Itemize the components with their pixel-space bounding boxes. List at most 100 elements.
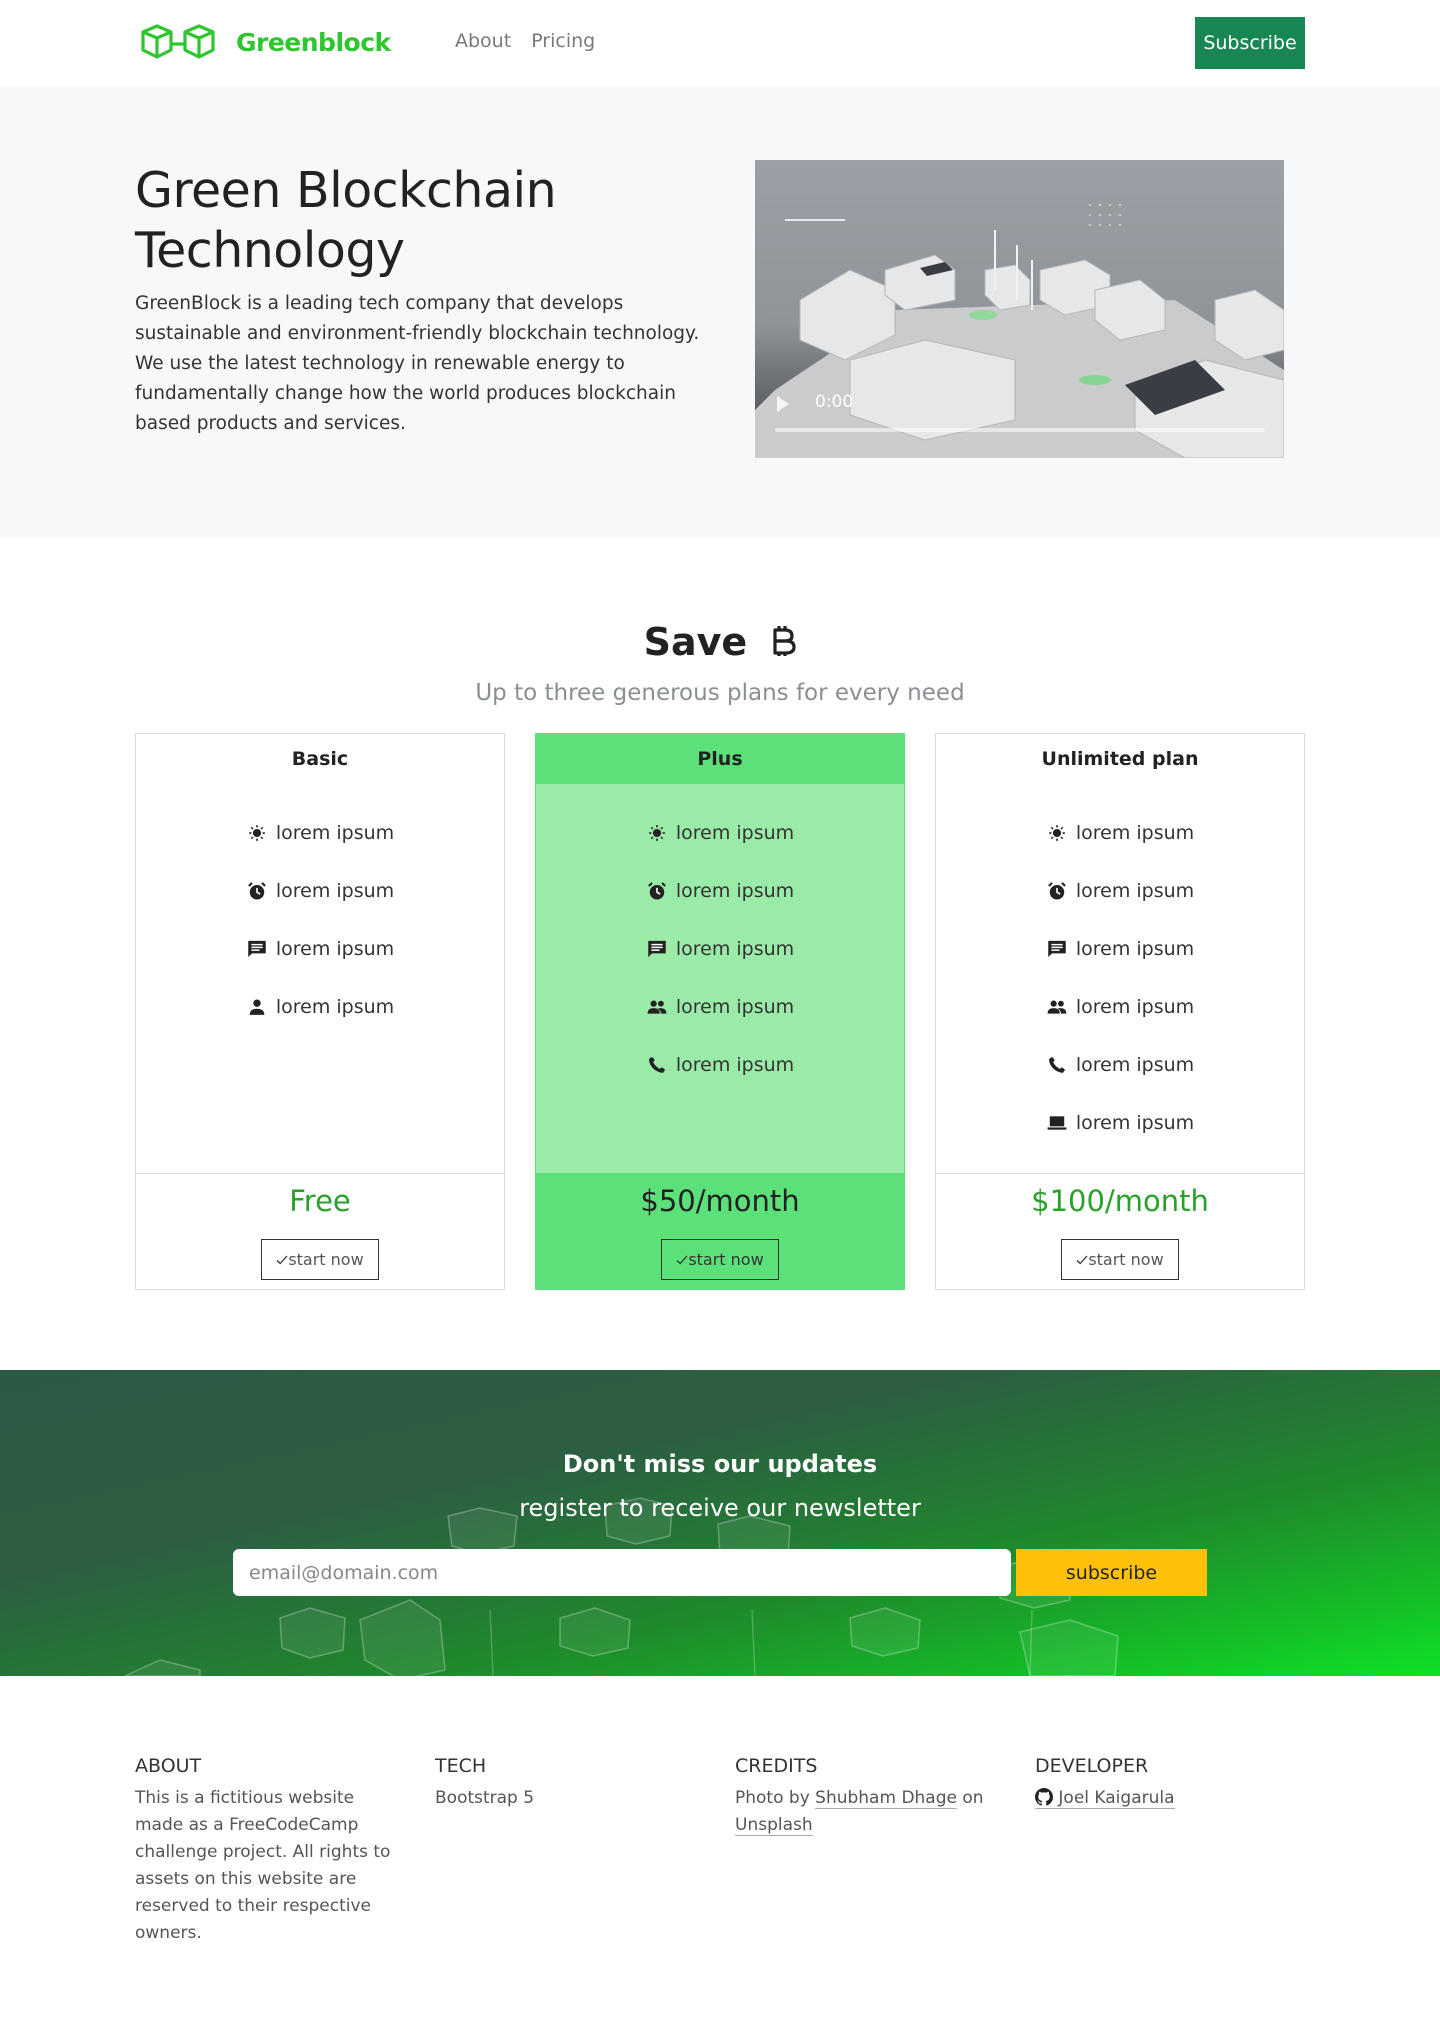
footer-credits-heading: CREDITS — [735, 1755, 818, 1777]
sun-icon — [646, 822, 668, 844]
plan-footer: $100/month start now — [936, 1173, 1304, 1290]
plan-feature: lorem ipsum — [936, 1094, 1304, 1152]
check-icon — [1076, 1255, 1088, 1265]
hero-video[interactable]: 0:00 — [755, 160, 1284, 458]
plan-price: Free — [289, 1184, 351, 1218]
plan-footer: Free start now — [136, 1173, 504, 1290]
navbar: Greenblock About Pricing Subscribe — [0, 0, 1440, 86]
plan-feature: lorem ipsum — [536, 920, 904, 978]
nav-link-pricing[interactable]: Pricing — [531, 30, 595, 52]
start-now-label: start now — [288, 1250, 364, 1269]
start-now-button[interactable]: start now — [661, 1239, 779, 1280]
plan-feature-label: lorem ipsum — [275, 880, 395, 902]
unsplash-link[interactable]: Unsplash — [735, 1815, 813, 1836]
plan-feature: lorem ipsum — [936, 920, 1304, 978]
chat-icon — [646, 938, 668, 960]
footer-tech-heading: TECH — [435, 1755, 487, 1777]
email-input[interactable] — [233, 1549, 1011, 1596]
chat-icon — [1046, 938, 1068, 960]
plan-feature-label: lorem ipsum — [1075, 880, 1195, 902]
newsletter-subscribe-button[interactable]: subscribe — [1016, 1549, 1207, 1596]
footer-developer-heading: DEVELOPER — [1035, 1755, 1149, 1777]
plan-feature-label: lorem ipsum — [1075, 1054, 1195, 1076]
plan-name: Basic — [291, 748, 349, 770]
people-icon — [1046, 996, 1068, 1018]
plan-feature-label: lorem ipsum — [275, 938, 395, 960]
video-time: 0:00 — [815, 392, 854, 412]
plan-name: Plus — [536, 734, 904, 784]
plan-feature: lorem ipsum — [936, 978, 1304, 1036]
plan-feature-label: lorem ipsum — [675, 938, 795, 960]
check-icon — [276, 1255, 288, 1265]
play-icon[interactable] — [777, 396, 789, 412]
cubes-background-image — [124, 1497, 1119, 1676]
plan-feature: lorem ipsum — [536, 804, 904, 862]
check-icon — [676, 1255, 688, 1265]
plan-price: $50/month — [640, 1184, 800, 1218]
plan-feature: lorem ipsum — [136, 920, 504, 978]
footer-credits-text: Photo by Shubham Dhage on Unsplash — [735, 1788, 984, 1836]
plan-feature-label: lorem ipsum — [275, 996, 395, 1018]
video-thumbnail-image — [755, 203, 1284, 458]
plan-features: lorem ipsum lorem ipsum lorem ipsum lorem i… — [536, 784, 904, 1173]
start-now-button[interactable]: start now — [261, 1239, 379, 1280]
hero-title: Green Blockchain Technology — [135, 162, 557, 279]
brand-name: Greenblock — [236, 27, 391, 57]
plan-feature-label: lorem ipsum — [1075, 938, 1195, 960]
start-now-label: start now — [688, 1250, 764, 1269]
pricing-card-basic: Basic lorem ipsum lorem ipsum lorem ipsum lo… — [135, 733, 505, 1290]
plan-feature-label: lorem ipsum — [675, 996, 795, 1018]
plan-feature-label: lorem ipsum — [675, 1054, 795, 1076]
start-now-button[interactable]: start now — [1061, 1239, 1179, 1280]
freecodecamp-link[interactable]: FreeCodeCamp — [229, 1815, 358, 1835]
plan-price: $100/month — [1031, 1184, 1209, 1218]
pricing-card-unlimited-plan: Unlimited plan lorem ipsum lorem ipsum lore… — [935, 733, 1305, 1290]
start-now-label: start now — [1088, 1250, 1164, 1269]
sun-icon — [1046, 822, 1068, 844]
bitcoin-icon — [773, 626, 796, 656]
footer-about-text: This is a fictitious website made as a F… — [135, 1788, 391, 1943]
plan-features: lorem ipsum lorem ipsum lorem ipsum lorem i… — [136, 784, 504, 1173]
pricing-card-plus: Plus lorem ipsum lorem ipsum lorem ipsum lor… — [535, 733, 905, 1290]
phone-icon — [646, 1054, 668, 1076]
plan-feature: lorem ipsum — [136, 862, 504, 920]
photographer-link[interactable]: Shubham Dhage — [815, 1788, 957, 1809]
sun-icon — [246, 822, 268, 844]
plan-feature: lorem ipsum — [536, 862, 904, 920]
pricing-title-text: Save — [643, 620, 748, 664]
laptop-icon — [1046, 1112, 1068, 1134]
brand-logo[interactable]: Greenblock — [140, 22, 391, 62]
people-icon — [646, 996, 668, 1018]
plan-feature-label: lorem ipsum — [275, 822, 395, 844]
footer-tech: TECH Bootstrap 5 — [435, 1755, 705, 1812]
hero-description: GreenBlock is a leading tech company tha… — [135, 293, 700, 434]
github-icon — [1035, 1788, 1053, 1806]
footer-about: ABOUT This is a fictitious website made … — [135, 1755, 405, 1947]
footer-developer: DEVELOPER Joel Kaigarula — [1035, 1755, 1305, 1812]
footer-tech-text: Bootstrap 5 — [435, 1788, 535, 1808]
plan-feature-label: lorem ipsum — [675, 880, 795, 902]
newsletter-subtitle: register to receive our newsletter — [519, 1494, 921, 1522]
developer-link[interactable]: Joel Kaigarula — [1035, 1788, 1175, 1809]
developer-name: Joel Kaigarula — [1058, 1788, 1175, 1808]
plan-name: Unlimited plan — [1041, 748, 1199, 770]
nav-link-about[interactable]: About — [455, 30, 511, 52]
newsletter-section: Don't miss our updates register to recei… — [0, 1370, 1440, 1676]
plan-footer: $50/month start now — [536, 1173, 904, 1290]
plan-feature-label: lorem ipsum — [1075, 996, 1195, 1018]
blocks-logo-icon — [141, 24, 215, 59]
nav-links: About Pricing — [455, 30, 595, 52]
plan-feature: lorem ipsum — [136, 804, 504, 862]
plan-feature: lorem ipsum — [936, 1036, 1304, 1094]
plan-feature-label: lorem ipsum — [1075, 1112, 1195, 1134]
plan-feature: lorem ipsum — [936, 804, 1304, 862]
subscribe-button[interactable]: Subscribe — [1195, 17, 1305, 69]
footer-about-heading: ABOUT — [135, 1755, 202, 1777]
person-icon — [246, 996, 268, 1018]
newsletter-title: Don't miss our updates — [562, 1450, 878, 1478]
plan-feature: lorem ipsum — [536, 978, 904, 1036]
plan-feature-label: lorem ipsum — [675, 822, 795, 844]
hero-section: Green Blockchain Technology GreenBlock i… — [0, 86, 1440, 538]
plan-features: lorem ipsum lorem ipsum lorem ipsum lorem i… — [936, 784, 1304, 1173]
video-progress-bar[interactable] — [775, 428, 1265, 432]
